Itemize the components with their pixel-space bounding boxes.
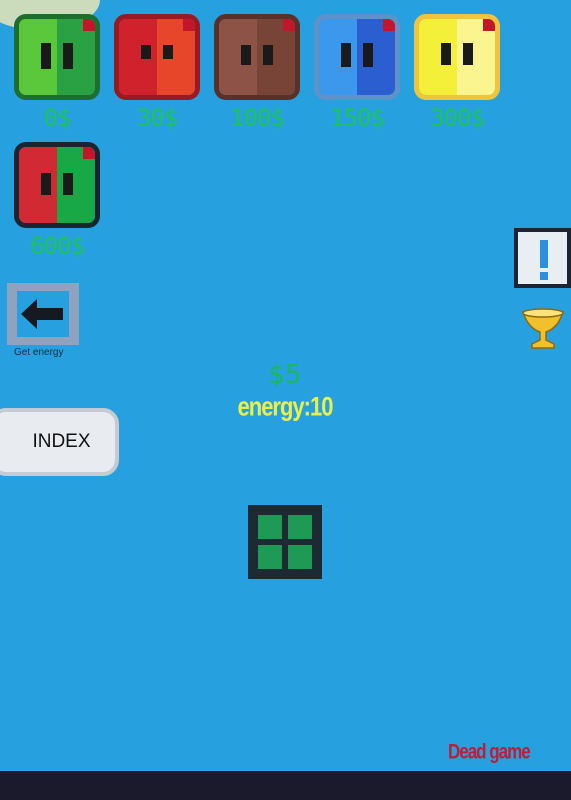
index-button-label: INDEX: [32, 431, 91, 452]
bottom-bar: [0, 771, 571, 800]
skin-price: 300$: [430, 104, 485, 132]
skin-price: 150$: [330, 104, 385, 132]
skin-red-green[interactable]: [14, 142, 100, 228]
dead-game-label: Dead game: [448, 739, 531, 764]
index-button[interactable]: INDEX: [0, 408, 119, 476]
skin-price: 100$: [230, 104, 285, 132]
skin-green[interactable]: [14, 14, 100, 100]
skin-blue[interactable]: [314, 14, 400, 100]
money-counter: $5: [268, 360, 302, 390]
notification-button[interactable]: [514, 228, 571, 288]
left-arrow-icon: [21, 299, 63, 329]
skin-red[interactable]: [114, 14, 200, 100]
skin-price: 0$: [43, 104, 72, 132]
energy-counter: energy:10: [237, 391, 334, 422]
skin-price: 600$: [30, 232, 85, 260]
trophy-icon[interactable]: [520, 300, 566, 350]
exclamation-icon: [518, 232, 567, 284]
window-icon[interactable]: [248, 505, 322, 579]
skin-price: 30$: [136, 104, 178, 132]
skin-brown[interactable]: [214, 14, 300, 100]
skin-yellow[interactable]: [414, 14, 500, 100]
get-energy-label: Get energy: [14, 347, 64, 358]
get-energy-button[interactable]: [7, 283, 79, 345]
